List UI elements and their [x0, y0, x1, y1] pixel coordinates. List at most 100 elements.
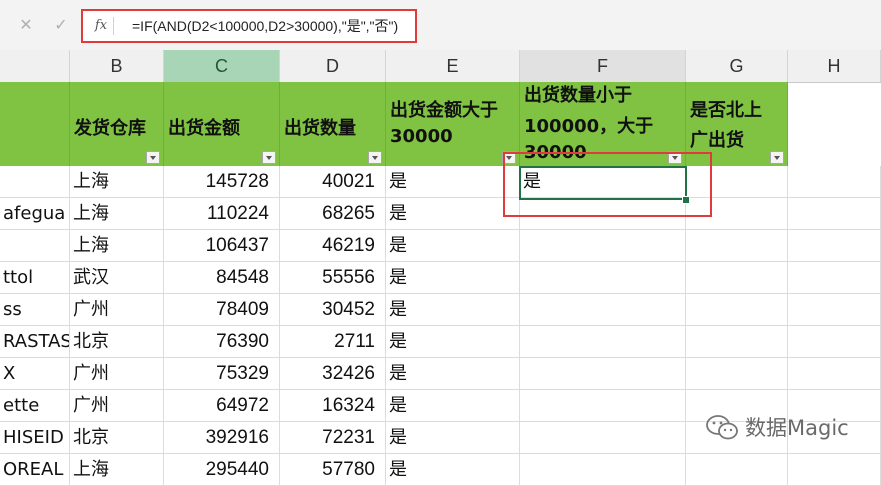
cell-name[interactable]: HISEID — [0, 422, 70, 454]
cell-warehouse[interactable]: 广州 — [70, 390, 164, 422]
cell-name[interactable]: ette — [0, 390, 70, 422]
cell-amount-over[interactable]: 是 — [386, 198, 520, 230]
column-header-e[interactable]: E — [386, 50, 520, 82]
header-cell-amount-over[interactable]: 出货金额大于 30000 — [386, 82, 520, 166]
header-cell-quantity[interactable]: 出货数量 — [280, 82, 386, 166]
cell-quantity-range[interactable] — [520, 326, 686, 358]
column-header-f[interactable]: F — [520, 50, 686, 82]
column-header-a[interactable] — [0, 50, 70, 82]
cell-quantity[interactable]: 68265 — [280, 198, 386, 230]
header-cell-warehouse[interactable]: 发货仓库 — [70, 82, 164, 166]
cell-north-south[interactable] — [686, 454, 788, 486]
cell-quantity[interactable]: 72231 — [280, 422, 386, 454]
cell-amount[interactable]: 110224 — [164, 198, 280, 230]
cell-quantity[interactable]: 55556 — [280, 262, 386, 294]
cell-warehouse[interactable]: 北京 — [70, 326, 164, 358]
cell-north-south[interactable] — [686, 262, 788, 294]
wechat-icon — [706, 415, 738, 440]
cell-h[interactable] — [788, 262, 881, 294]
filter-dropdown-icon[interactable] — [368, 151, 382, 164]
cell-quantity-range[interactable] — [520, 390, 686, 422]
cell-amount[interactable]: 64972 — [164, 390, 280, 422]
cell-warehouse[interactable]: 上海 — [70, 166, 164, 198]
cell-warehouse[interactable]: 上海 — [70, 230, 164, 262]
cell-quantity[interactable]: 32426 — [280, 358, 386, 390]
cell-name[interactable]: ss — [0, 294, 70, 326]
cell-warehouse[interactable]: 北京 — [70, 422, 164, 454]
cell-quantity-range[interactable] — [520, 230, 686, 262]
cell-h[interactable] — [788, 166, 881, 198]
cell-warehouse[interactable]: 上海 — [70, 198, 164, 230]
cell-h[interactable] — [788, 326, 881, 358]
table-row: X 广州 75329 32426 是 — [0, 358, 881, 390]
cell-quantity[interactable]: 16324 — [280, 390, 386, 422]
cell-quantity[interactable]: 57780 — [280, 454, 386, 486]
cell-h[interactable] — [788, 230, 881, 262]
cell-amount[interactable]: 84548 — [164, 262, 280, 294]
cell-name[interactable]: RASTAS — [0, 326, 70, 358]
cell-quantity-range[interactable] — [520, 422, 686, 454]
cancel-icon[interactable]: ✕ — [15, 14, 37, 36]
table-row: 上海 145728 40021 是是 — [0, 166, 881, 198]
cell-amount-over[interactable]: 是 — [386, 166, 520, 198]
insert-function-icon[interactable]: fx — [89, 17, 114, 35]
cell-amount-over[interactable]: 是 — [386, 390, 520, 422]
column-header-b[interactable]: B — [70, 50, 164, 82]
column-header-h[interactable]: H — [788, 50, 881, 82]
cell-h[interactable] — [788, 358, 881, 390]
enter-icon[interactable]: ✓ — [50, 14, 72, 36]
cell-amount[interactable]: 106437 — [164, 230, 280, 262]
cell-name[interactable]: OREAL — [0, 454, 70, 486]
cell-amount-over[interactable]: 是 — [386, 326, 520, 358]
cell-quantity[interactable]: 46219 — [280, 230, 386, 262]
cell-quantity[interactable]: 40021 — [280, 166, 386, 198]
cell-quantity-range[interactable] — [520, 358, 686, 390]
filter-dropdown-icon[interactable] — [770, 151, 784, 164]
cell-name[interactable] — [0, 166, 70, 198]
cell-amount[interactable]: 78409 — [164, 294, 280, 326]
cell-quantity-range[interactable] — [520, 454, 686, 486]
column-header-g[interactable]: G — [686, 50, 788, 82]
cell-warehouse[interactable]: 广州 — [70, 294, 164, 326]
cell-north-south[interactable] — [686, 326, 788, 358]
cell-amount[interactable]: 76390 — [164, 326, 280, 358]
cell-h[interactable] — [788, 198, 881, 230]
cell-name[interactable]: X — [0, 358, 70, 390]
header-cell-amount[interactable]: 出货金额 — [164, 82, 280, 166]
cell-amount[interactable]: 295440 — [164, 454, 280, 486]
cell-name[interactable]: ttol — [0, 262, 70, 294]
cell-north-south[interactable] — [686, 230, 788, 262]
cell-amount[interactable]: 392916 — [164, 422, 280, 454]
filter-dropdown-icon[interactable] — [146, 151, 160, 164]
cell-north-south[interactable] — [686, 294, 788, 326]
cell-amount-over[interactable]: 是 — [386, 294, 520, 326]
cell-warehouse[interactable]: 上海 — [70, 454, 164, 486]
cell-amount[interactable]: 75329 — [164, 358, 280, 390]
column-header-bar: B C D E F G H — [0, 50, 881, 83]
formula-input[interactable]: =IF(AND(D2<100000,D2>30000),"是","否") — [132, 16, 398, 36]
header-cell-a[interactable] — [0, 82, 70, 166]
cell-quantity[interactable]: 30452 — [280, 294, 386, 326]
cell-north-south[interactable] — [686, 358, 788, 390]
table-row: OREAL 上海 295440 57780 是 — [0, 454, 881, 486]
filter-dropdown-icon[interactable] — [262, 151, 276, 164]
cell-name[interactable]: afegua — [0, 198, 70, 230]
column-header-c[interactable]: C — [164, 50, 280, 82]
cell-warehouse[interactable]: 武汉 — [70, 262, 164, 294]
cell-h[interactable] — [788, 454, 881, 486]
cell-name[interactable] — [0, 230, 70, 262]
cell-amount[interactable]: 145728 — [164, 166, 280, 198]
cell-quantity-range[interactable] — [520, 294, 686, 326]
table-row: ss 广州 78409 30452 是 — [0, 294, 881, 326]
cell-warehouse[interactable]: 广州 — [70, 358, 164, 390]
watermark: 数据Magic — [705, 410, 849, 444]
cell-amount-over[interactable]: 是 — [386, 454, 520, 486]
cell-quantity-range[interactable] — [520, 262, 686, 294]
cell-quantity[interactable]: 2711 — [280, 326, 386, 358]
cell-amount-over[interactable]: 是 — [386, 422, 520, 454]
cell-amount-over[interactable]: 是 — [386, 262, 520, 294]
cell-h[interactable] — [788, 294, 881, 326]
cell-amount-over[interactable]: 是 — [386, 358, 520, 390]
column-header-d[interactable]: D — [280, 50, 386, 82]
cell-amount-over[interactable]: 是 — [386, 230, 520, 262]
